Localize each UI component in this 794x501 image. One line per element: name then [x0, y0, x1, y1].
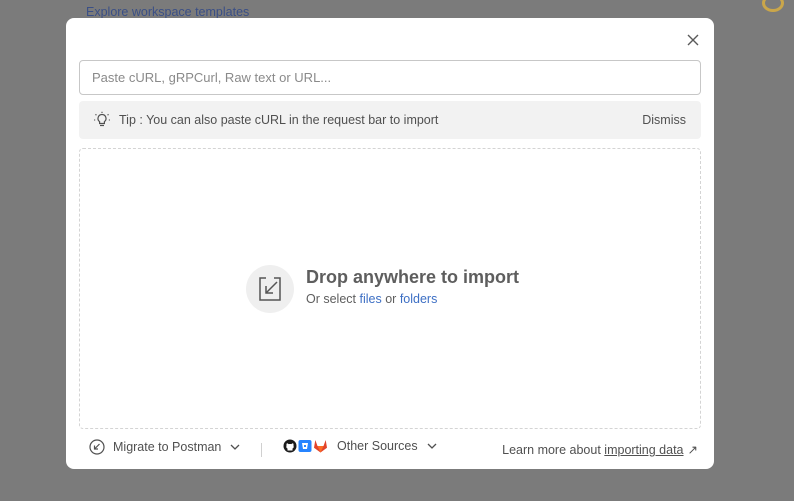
paste-input[interactable] — [79, 60, 701, 95]
external-arrow-icon: ↗ — [687, 443, 698, 457]
drop-sub-prefix: Or select — [306, 292, 357, 306]
import-modal: Tip : You can also paste cURL in the req… — [66, 18, 714, 469]
tip-banner: Tip : You can also paste cURL in the req… — [79, 101, 701, 139]
select-folders-link[interactable]: folders — [400, 292, 438, 306]
bitbucket-icon — [298, 440, 312, 452]
close-icon — [687, 34, 699, 46]
migrate-label: Migrate to Postman — [113, 440, 222, 454]
other-sources-button[interactable]: Other Sources — [283, 439, 437, 453]
modal-footer: Migrate to Postman Other Sources Learn m… — [66, 434, 714, 464]
gitlab-icon — [314, 440, 327, 453]
source-icons — [283, 439, 328, 453]
drop-title: Drop anywhere to import — [306, 267, 520, 287]
importing-data-link[interactable]: importing data — [604, 443, 683, 457]
learn-prefix: Learn more about — [502, 443, 601, 457]
drop-subtitle: Or select files or folders — [306, 292, 437, 306]
drop-zone[interactable]: Drop anywhere to import Or select files … — [79, 148, 701, 429]
or-text: or — [385, 292, 397, 306]
avatar — [762, 0, 784, 12]
select-files-link[interactable]: files — [360, 292, 382, 306]
import-icon — [246, 265, 294, 313]
close-button[interactable] — [683, 30, 703, 50]
migrate-icon — [89, 439, 105, 455]
learn-more: Learn more about importing data ↗ — [502, 442, 698, 457]
other-sources-label: Other Sources — [337, 439, 418, 453]
github-icon — [283, 439, 297, 453]
chevron-down-icon — [230, 444, 240, 450]
lightbulb-icon — [93, 111, 111, 129]
footer-divider — [261, 443, 262, 457]
tip-text: Tip : You can also paste cURL in the req… — [119, 113, 439, 127]
chevron-down-icon — [427, 443, 437, 449]
migrate-to-postman-button[interactable]: Migrate to Postman — [89, 439, 240, 455]
dismiss-button[interactable]: Dismiss — [642, 113, 686, 127]
explore-templates-link: Explore workspace templates — [86, 5, 250, 19]
